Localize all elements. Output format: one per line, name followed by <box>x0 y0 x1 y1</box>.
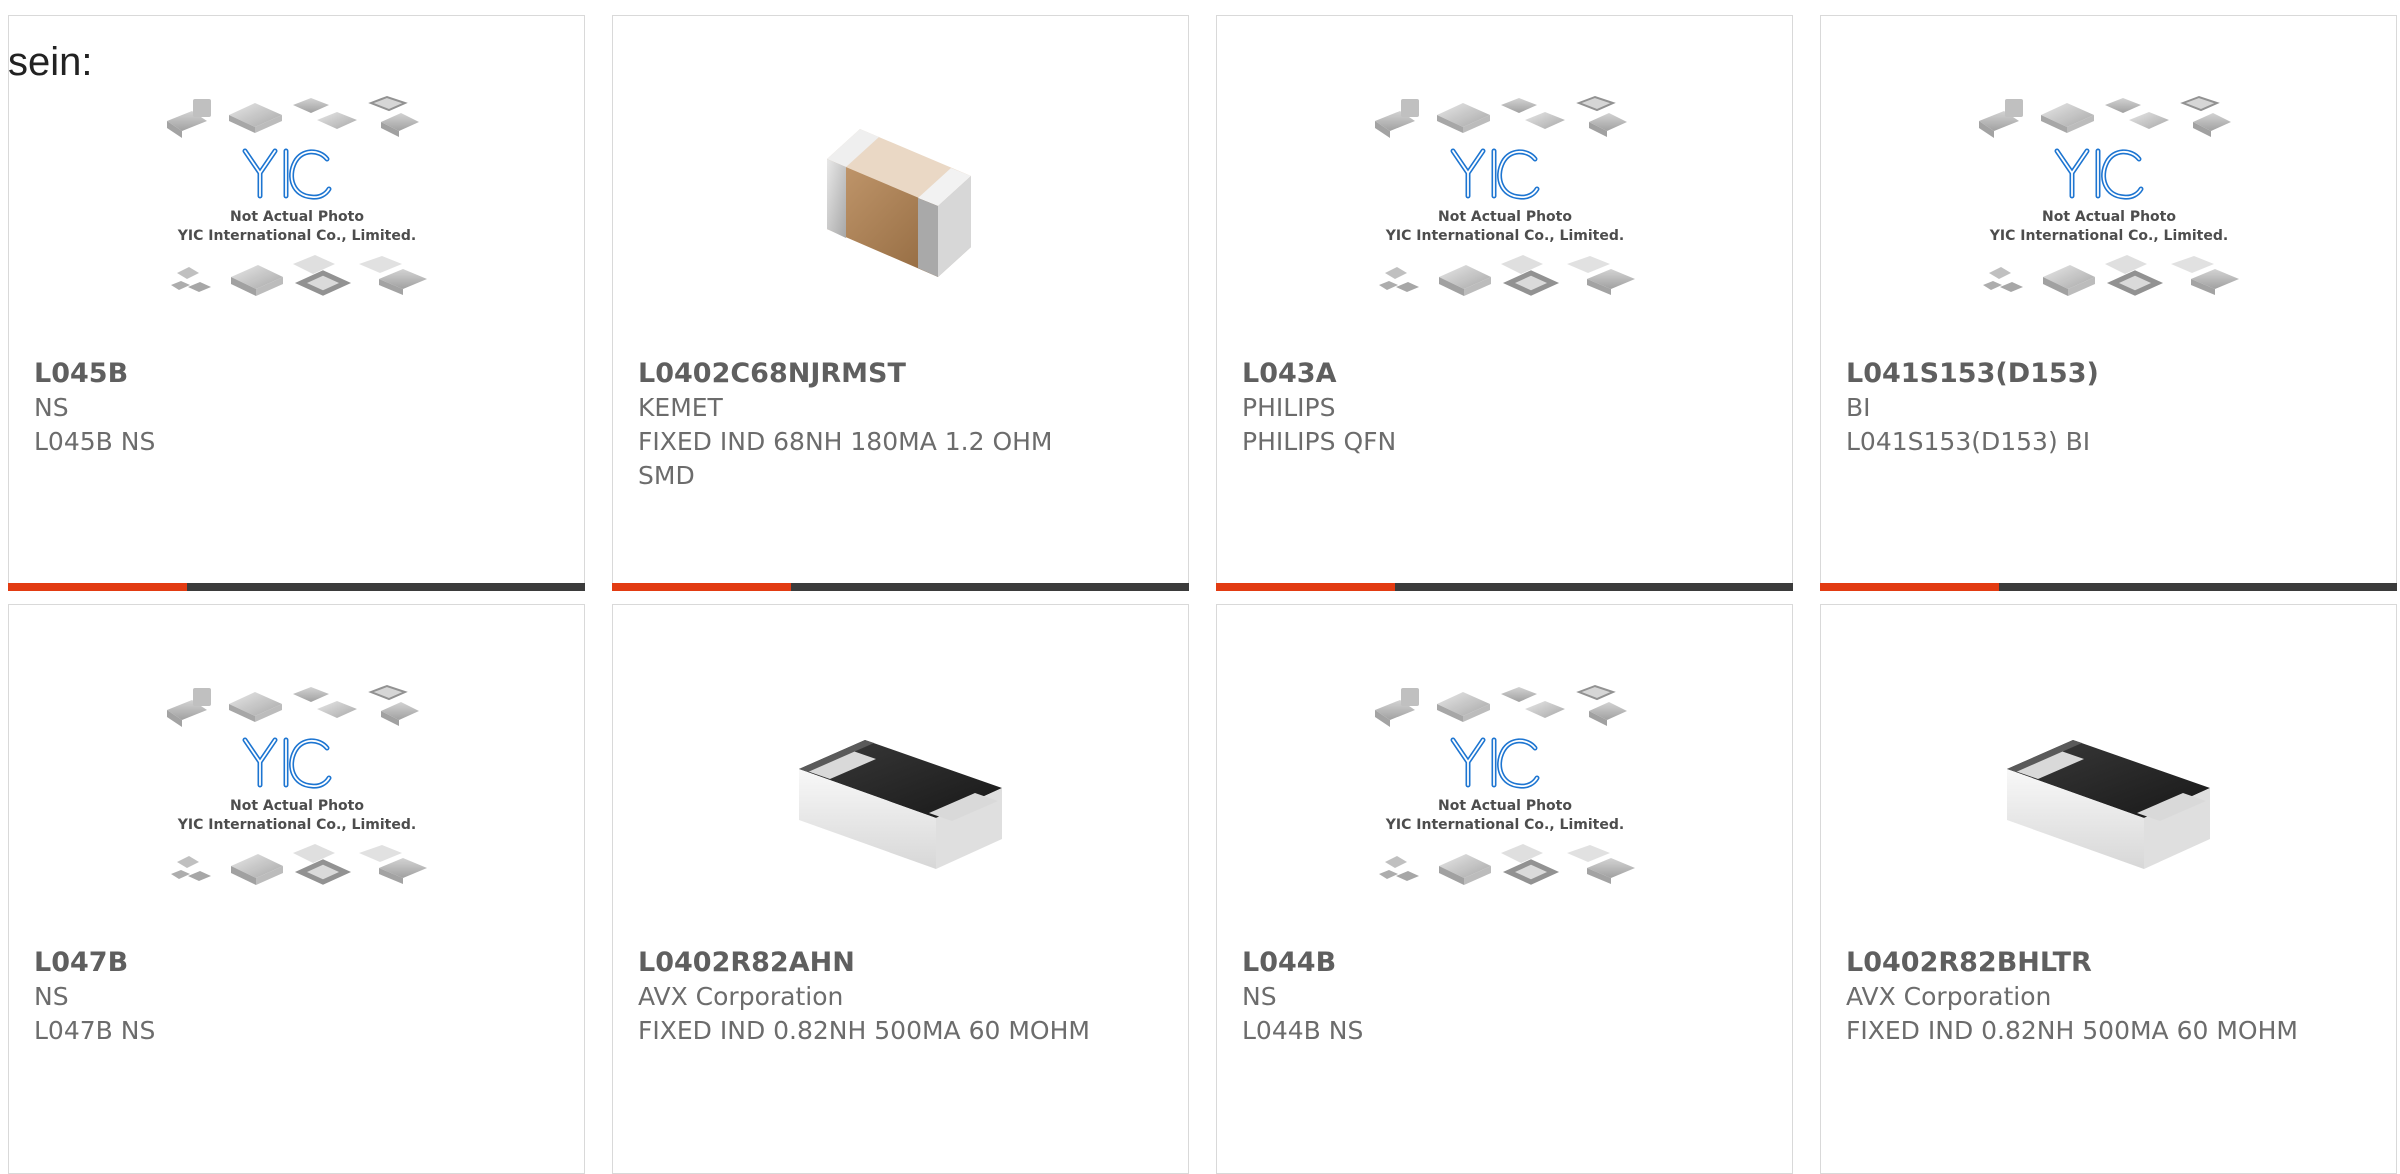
product-description: L045B NS <box>34 427 156 456</box>
product-brand: NS <box>1242 982 1277 1011</box>
accent-fill <box>8 583 187 591</box>
product-brand: NS <box>34 982 69 1011</box>
product-image[interactable]: Not Actual Photo YIC International Co., … <box>157 682 437 912</box>
svg-text:YIC International Co., Limited: YIC International Co., Limited. <box>176 817 415 833</box>
product-description: PHILIPS QFN <box>1242 427 1397 456</box>
product-image[interactable]: Not Actual Photo YIC International Co., … <box>1365 682 1645 912</box>
product-card[interactable]: Not Actual Photo YIC International Co., … <box>8 15 585 591</box>
product-description: L044B NS <box>1242 1016 1364 1045</box>
product-info: L043A PHILIPS PHILIPS QFN <box>1242 357 1712 459</box>
product-grid: Not Actual Photo YIC International Co., … <box>8 15 2397 1174</box>
svg-text:YIC International Co., Limited: YIC International Co., Limited. <box>1384 228 1623 244</box>
card-accent-bar <box>1216 583 1793 591</box>
product-card[interactable]: Not Actual Photo YIC International Co., … <box>8 604 585 1174</box>
accent-fill <box>1820 583 1999 591</box>
product-image[interactable]: Not Actual Photo YIC International Co., … <box>1969 93 2249 323</box>
card-accent-bar <box>1820 583 2397 591</box>
product-part-number[interactable]: L045B <box>34 357 504 391</box>
product-card[interactable]: L0402R82BHLTR AVX Corporation FIXED IND … <box>1820 604 2397 1174</box>
product-image[interactable] <box>761 93 1041 323</box>
product-part-number[interactable]: L047B <box>34 946 504 980</box>
product-card[interactable]: Not Actual Photo YIC International Co., … <box>1216 604 1793 1174</box>
product-brand: NS <box>34 393 69 422</box>
product-card[interactable]: L0402C68NJRMST KEMET FIXED IND 68NH 180M… <box>612 15 1189 591</box>
svg-text:Not Actual Photo: Not Actual Photo <box>1438 798 1572 814</box>
accent-fill <box>1216 583 1395 591</box>
product-part-number[interactable]: L0402R82BHLTR <box>1846 946 2316 980</box>
product-part-number[interactable]: L044B <box>1242 946 1712 980</box>
product-image[interactable] <box>761 682 1041 912</box>
product-part-number[interactable]: L0402R82AHN <box>638 946 1108 980</box>
product-description: FIXED IND 68NH 180MA 1.2 OHM SMD <box>638 427 1053 490</box>
product-info: L045B NS L045B NS <box>34 357 504 459</box>
svg-text:YIC International Co., Limited: YIC International Co., Limited. <box>1384 817 1623 833</box>
product-info: L047B NS L047B NS <box>34 946 504 1048</box>
svg-text:Not Actual Photo: Not Actual Photo <box>1438 209 1572 225</box>
product-brand: AVX Corporation <box>1846 982 2052 1011</box>
product-card[interactable]: Not Actual Photo YIC International Co., … <box>1216 15 1793 591</box>
product-description: L041S153(D153) BI <box>1846 427 2091 456</box>
card-accent-bar <box>8 583 585 591</box>
svg-text:Not Actual Photo: Not Actual Photo <box>2042 209 2176 225</box>
product-card[interactable]: Not Actual Photo YIC International Co., … <box>1820 15 2397 591</box>
product-info: L044B NS L044B NS <box>1242 946 1712 1048</box>
intro-text: sein: <box>8 40 93 84</box>
product-image[interactable] <box>1969 682 2249 912</box>
product-info: L0402C68NJRMST KEMET FIXED IND 68NH 180M… <box>638 357 1108 493</box>
product-info: L0402R82BHLTR AVX Corporation FIXED IND … <box>1846 946 2316 1048</box>
product-part-number[interactable]: L0402C68NJRMST <box>638 357 1108 391</box>
product-info: L0402R82AHN AVX Corporation FIXED IND 0.… <box>638 946 1108 1048</box>
card-accent-bar <box>612 583 1189 591</box>
product-brand: AVX Corporation <box>638 982 844 1011</box>
product-part-number[interactable]: L041S153(D153) <box>1846 357 2316 391</box>
product-description: L047B NS <box>34 1016 156 1045</box>
product-brand: KEMET <box>638 393 723 422</box>
product-brand: PHILIPS <box>1242 393 1336 422</box>
product-description: FIXED IND 0.82NH 500MA 60 MOHM <box>638 1016 1090 1045</box>
svg-text:Not Actual Photo: Not Actual Photo <box>230 209 364 225</box>
product-brand: BI <box>1846 393 1871 422</box>
accent-fill <box>612 583 791 591</box>
product-card[interactable]: L0402R82AHN AVX Corporation FIXED IND 0.… <box>612 604 1189 1174</box>
product-description: FIXED IND 0.82NH 500MA 60 MOHM <box>1846 1016 2298 1045</box>
product-image[interactable]: Not Actual Photo YIC International Co., … <box>1365 93 1645 323</box>
product-part-number[interactable]: L043A <box>1242 357 1712 391</box>
svg-text:YIC International Co., Limited: YIC International Co., Limited. <box>1988 228 2227 244</box>
product-info: L041S153(D153) BI L041S153(D153) BI <box>1846 357 2316 459</box>
svg-text:YIC International Co., Limited: YIC International Co., Limited. <box>176 228 415 244</box>
product-image[interactable]: Not Actual Photo YIC International Co., … <box>157 93 437 323</box>
svg-text:Not Actual Photo: Not Actual Photo <box>230 798 364 814</box>
